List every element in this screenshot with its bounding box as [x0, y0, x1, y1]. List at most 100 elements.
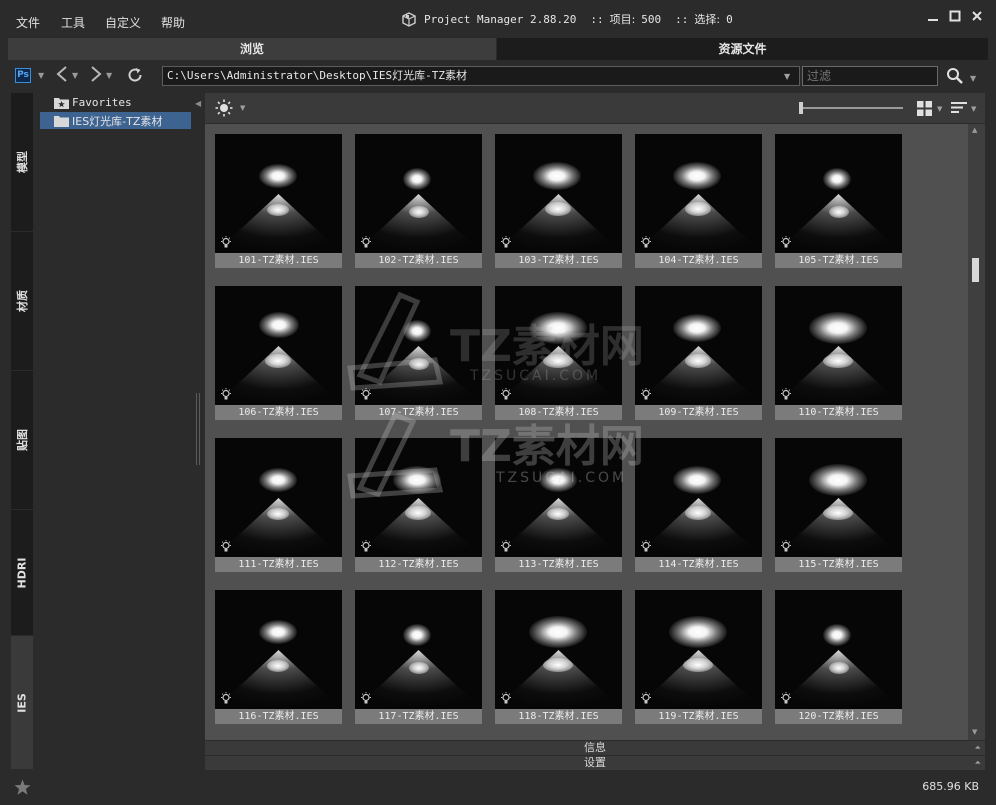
back-icon[interactable]	[54, 63, 70, 91]
ies-thumbnail[interactable]: 117-TZ素材.IES	[355, 590, 482, 724]
light-glow	[669, 616, 727, 648]
menu-tools[interactable]: 工具	[61, 14, 85, 31]
ies-thumbnail[interactable]: 112-TZ素材.IES	[355, 438, 482, 572]
expand-icon[interactable]: ⏶	[975, 741, 981, 755]
ies-thumbnail[interactable]: 113-TZ素材.IES	[495, 438, 622, 572]
ies-file-label: 112-TZ素材.IES	[355, 557, 482, 572]
light-glow	[403, 624, 431, 646]
light-spot	[267, 660, 289, 672]
ies-thumbnail[interactable]: 103-TZ素材.IES	[495, 134, 622, 268]
ies-preview-image	[355, 590, 482, 709]
forward-icon[interactable]	[88, 63, 104, 91]
light-glow	[809, 464, 867, 496]
ies-thumbnail[interactable]: 119-TZ素材.IES	[635, 590, 762, 724]
thumbnail-size-slider[interactable]	[799, 101, 903, 115]
path-input[interactable]: C:\Users\Administrator\Desktop\IES灯光库-TZ…	[162, 66, 800, 86]
refresh-icon[interactable]	[126, 66, 144, 90]
ies-thumbnail[interactable]: 106-TZ素材.IES	[215, 286, 342, 420]
light-spot	[409, 358, 429, 370]
info-panel-header[interactable]: 信息 ⏶	[205, 741, 985, 755]
splitter-grip[interactable]	[196, 393, 200, 465]
selection-count: 0	[726, 12, 733, 26]
tab-textures[interactable]: 贴图	[11, 371, 33, 509]
lightbulb-icon	[781, 388, 791, 400]
menu-custom[interactable]: 自定义	[105, 14, 141, 31]
lightbulb-icon	[641, 692, 651, 704]
ies-file-label: 103-TZ素材.IES	[495, 253, 622, 268]
tab-assets[interactable]: 资源文件	[497, 38, 988, 60]
app-name: Project Manager 2.88.20	[424, 12, 577, 26]
ies-thumbnail[interactable]: 118-TZ素材.IES	[495, 590, 622, 724]
back-history-dropdown-icon[interactable]: ▼	[72, 71, 78, 80]
search-dropdown-icon[interactable]: ▼	[970, 74, 976, 83]
tab-models[interactable]: 模型	[11, 93, 33, 231]
light-spot	[685, 354, 711, 368]
menu-help[interactable]: 帮助	[161, 14, 185, 31]
light-dropdown-icon[interactable]: ▼	[240, 104, 245, 112]
panel-splitter[interactable]: ◀	[194, 93, 204, 769]
light-preview-icon[interactable]	[215, 99, 233, 117]
ies-thumbnail[interactable]: 109-TZ素材.IES	[635, 286, 762, 420]
favorite-star-icon[interactable]	[14, 779, 31, 796]
info-panel-label: 信息	[584, 741, 606, 754]
minimize-icon[interactable]	[925, 10, 941, 26]
path-dropdown-icon[interactable]: ▼	[784, 72, 790, 81]
tab-ies[interactable]: IES	[11, 636, 33, 769]
scroll-up-icon[interactable]: ▲	[972, 126, 977, 134]
ies-thumbnail[interactable]: 114-TZ素材.IES	[635, 438, 762, 572]
ies-preview-image	[775, 438, 902, 557]
grid-scrollbar[interactable]: ▲ ▼	[968, 124, 985, 740]
lightbulb-icon	[781, 236, 791, 248]
light-spot	[545, 202, 571, 216]
ies-preview-image	[355, 134, 482, 253]
ies-thumbnail[interactable]: 116-TZ素材.IES	[215, 590, 342, 724]
sort-dropdown-icon[interactable]: ▼	[971, 105, 976, 113]
scroll-down-icon[interactable]: ▼	[972, 728, 977, 736]
light-glow	[823, 624, 851, 646]
filter-input[interactable]	[802, 66, 938, 86]
close-icon[interactable]	[969, 10, 985, 26]
ies-thumbnail[interactable]: 105-TZ素材.IES	[775, 134, 902, 268]
light-glow	[673, 162, 721, 190]
photoshop-icon[interactable]: Ps	[15, 68, 31, 83]
sort-icon[interactable]	[951, 101, 967, 116]
menu-file[interactable]: 文件	[16, 14, 40, 31]
ps-dropdown-icon[interactable]: ▼	[38, 71, 44, 80]
ies-file-label: 104-TZ素材.IES	[635, 253, 762, 268]
ies-preview-image	[775, 134, 902, 253]
ies-file-label: 113-TZ素材.IES	[495, 557, 622, 572]
ies-thumbnail[interactable]: 107-TZ素材.IES	[355, 286, 482, 420]
ies-thumbnail[interactable]: 108-TZ素材.IES	[495, 286, 622, 420]
ies-thumbnail[interactable]: 101-TZ素材.IES	[215, 134, 342, 268]
scrollbar-thumb[interactable]	[972, 258, 979, 282]
collapse-left-icon[interactable]: ◀	[195, 99, 201, 108]
grid-view-icon[interactable]	[917, 101, 932, 116]
lightbulb-icon	[781, 540, 791, 552]
lightbulb-icon	[221, 388, 231, 400]
ies-thumbnail[interactable]: 102-TZ素材.IES	[355, 134, 482, 268]
ies-preview-image	[635, 134, 762, 253]
ies-thumbnail[interactable]: 110-TZ素材.IES	[775, 286, 902, 420]
light-beam	[355, 194, 482, 253]
settings-panel-header[interactable]: 设置 ⏶	[205, 756, 985, 770]
view-dropdown-icon[interactable]: ▼	[937, 105, 942, 113]
forward-history-dropdown-icon[interactable]: ▼	[106, 71, 112, 80]
light-spot	[265, 354, 291, 368]
tree-item-favorites[interactable]: Favorites	[40, 94, 132, 111]
maximize-icon[interactable]	[947, 10, 963, 26]
tab-browse[interactable]: 浏览	[8, 38, 496, 60]
lightbulb-icon	[361, 540, 371, 552]
ies-thumbnail[interactable]: 111-TZ素材.IES	[215, 438, 342, 572]
slider-thumb[interactable]	[799, 102, 803, 114]
nav-bar: Ps ▼ ▼ ▼ C:\Users\Administrator\Desktop\…	[8, 62, 988, 90]
tree-item-ies-folder[interactable]: IES灯光库-TZ素材	[40, 112, 191, 129]
expand-icon[interactable]: ⏶	[975, 756, 981, 770]
lightbulb-icon	[361, 388, 371, 400]
tab-materials[interactable]: 材质	[11, 232, 33, 370]
ies-thumbnail[interactable]: 104-TZ素材.IES	[635, 134, 762, 268]
ies-thumbnail[interactable]: 120-TZ素材.IES	[775, 590, 902, 724]
search-icon[interactable]	[946, 67, 964, 85]
tab-hdri[interactable]: HDRI	[11, 510, 33, 635]
light-spot	[267, 508, 289, 520]
ies-thumbnail[interactable]: 115-TZ素材.IES	[775, 438, 902, 572]
